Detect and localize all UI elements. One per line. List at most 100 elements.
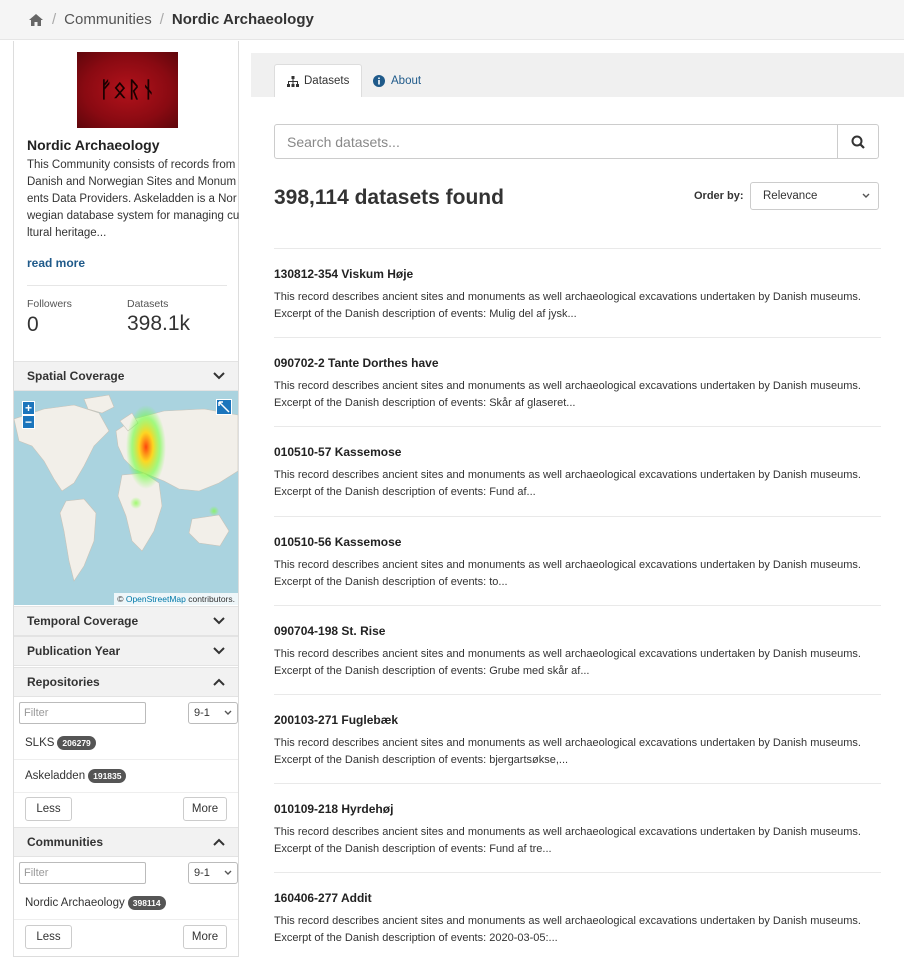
tab-about[interactable]: About: [361, 64, 433, 97]
map-zoom-out-button[interactable]: −: [22, 415, 35, 429]
search-input[interactable]: Search datasets...: [275, 125, 837, 158]
world-map: [14, 394, 238, 582]
repositories-sort-select[interactable]: 9-1: [188, 702, 238, 724]
breadcrumb-separator: /: [159, 11, 164, 28]
followers-label: Followers: [27, 298, 72, 310]
read-more-link[interactable]: read more: [27, 256, 85, 270]
result-description: This record describes ancient sites and …: [274, 737, 861, 766]
communities-less-button[interactable]: Less: [25, 925, 72, 949]
result-item: 010510-57 Kassemose This record describe…: [274, 426, 881, 515]
map-zoom-in-button[interactable]: +: [22, 401, 35, 415]
repository-name: SLKS: [25, 737, 55, 749]
result-title[interactable]: 090704-198 St. Rise: [274, 624, 385, 638]
chevron-down-icon: [213, 647, 225, 655]
datasets-value: 398.1k: [127, 312, 191, 335]
tab-label: About: [391, 74, 422, 87]
community-logo: ᚠᛟᚱᚾ: [77, 52, 178, 128]
tab-label: Datasets: [304, 75, 350, 87]
expand-icon: [218, 401, 230, 413]
community-sidebar: ᚠᛟᚱᚾ Nordic Archaeology This Community c…: [13, 41, 239, 957]
map-attribution: © OpenStreetMap contributors.: [114, 593, 238, 605]
logo-runes: ᚠᛟᚱᚾ: [99, 77, 156, 103]
tabs-strip: Datasets About: [251, 53, 904, 97]
chevron-down-icon: [862, 193, 870, 198]
followers-value: 0: [27, 313, 39, 336]
result-item: 130812-354 Viskum Høje This record descr…: [274, 248, 881, 337]
repositories-more-button[interactable]: More: [183, 797, 227, 821]
tab-datasets[interactable]: Datasets: [274, 64, 363, 97]
map-credit-suffix: contributors.: [185, 594, 235, 604]
result-item: 200103-271 Fuglebæk This record describe…: [274, 694, 881, 783]
communities-sort-select[interactable]: 9-1: [188, 862, 238, 884]
sort-value: 9-1: [194, 707, 210, 719]
result-description: This record describes ancient sites and …: [274, 469, 861, 498]
chevron-up-icon: [213, 678, 225, 686]
count-badge: 206279: [57, 736, 96, 750]
repository-name: Askeladden: [25, 770, 86, 782]
breadcrumb-current: Nordic Archaeology: [171, 11, 314, 28]
order-by-select[interactable]: Relevance: [750, 182, 879, 210]
result-title[interactable]: 010109-218 Hyrdehøj: [274, 802, 393, 816]
chevron-down-icon: [224, 870, 232, 875]
search-icon: [851, 135, 865, 149]
info-icon: [373, 74, 385, 87]
repositories-less-button[interactable]: Less: [25, 797, 72, 821]
sort-value: 9-1: [194, 867, 210, 879]
result-description: This record describes ancient sites and …: [274, 380, 861, 409]
count-badge: 398114: [127, 896, 166, 910]
result-item: 010109-218 Hyrdehøj This record describe…: [274, 783, 881, 872]
result-description: This record describes ancient sites and …: [274, 559, 861, 588]
chevron-down-icon: [213, 617, 225, 625]
result-item: 090702-2 Tante Dorthes have This record …: [274, 337, 881, 426]
facet-repositories[interactable]: Repositories: [14, 667, 238, 697]
result-title[interactable]: 010510-57 Kassemose: [274, 445, 401, 459]
map-draw-rectangle-button[interactable]: [216, 399, 232, 415]
chevron-up-icon: [213, 838, 225, 846]
result-item: 160406-277 Addit This record describes a…: [274, 872, 881, 961]
communities-filter-input[interactable]: Filter: [19, 862, 146, 884]
result-item: 090704-198 St. Rise This record describe…: [274, 605, 881, 694]
community-title: Nordic Archaeology: [27, 137, 160, 153]
facet-communities[interactable]: Communities: [14, 827, 238, 857]
community-description: This Community consists of records from …: [27, 159, 240, 239]
facet-label: Spatial Coverage: [27, 369, 125, 383]
facet-spatial-coverage[interactable]: Spatial Coverage: [14, 361, 238, 391]
sitemap-icon: [287, 75, 299, 87]
openstreetmap-link[interactable]: OpenStreetMap: [126, 594, 186, 604]
breadcrumb: / Communities / Nordic Archaeology: [0, 0, 904, 40]
communities-more-button[interactable]: More: [183, 925, 227, 949]
chevron-down-icon: [213, 372, 225, 380]
count-badge: 191835: [88, 769, 127, 783]
facet-label: Repositories: [27, 675, 100, 689]
facet-label: Communities: [27, 835, 104, 849]
facet-publication-year[interactable]: Publication Year: [14, 636, 238, 666]
search-box: Search datasets...: [274, 124, 879, 159]
facet-temporal-coverage[interactable]: Temporal Coverage: [14, 606, 238, 636]
spatial-coverage-map[interactable]: + − © OpenStreetMap contributors.: [14, 391, 238, 605]
community-name: Nordic Archaeology: [25, 897, 125, 909]
result-title[interactable]: 090702-2 Tante Dorthes have: [274, 356, 439, 370]
community-item-nordic-archaeology[interactable]: Nordic Archaeology 398114: [14, 887, 238, 920]
repositories-filter-input[interactable]: Filter: [19, 702, 146, 724]
breadcrumb-separator: /: [52, 11, 57, 28]
result-description: This record describes ancient sites and …: [274, 291, 861, 320]
facet-label: Temporal Coverage: [27, 614, 139, 628]
result-item: 010510-56 Kassemose This record describe…: [274, 516, 881, 605]
result-description: This record describes ancient sites and …: [274, 915, 861, 944]
result-title[interactable]: 200103-271 Fuglebæk: [274, 713, 398, 727]
search-button[interactable]: [837, 125, 878, 158]
breadcrumb-communities[interactable]: Communities: [64, 11, 152, 28]
result-description: This record describes ancient sites and …: [274, 648, 861, 677]
results-count: 398,114 datasets found: [274, 186, 504, 209]
divider: [27, 285, 227, 286]
result-title[interactable]: 010510-56 Kassemose: [274, 535, 401, 549]
home-icon[interactable]: [28, 13, 44, 27]
datasets-label: Datasets: [127, 298, 169, 310]
repository-item-askeladden[interactable]: Askeladden 191835: [14, 760, 238, 793]
result-title[interactable]: 130812-354 Viskum Høje: [274, 267, 413, 281]
result-description: This record describes ancient sites and …: [274, 826, 861, 855]
chevron-down-icon: [224, 710, 232, 715]
result-title[interactable]: 160406-277 Addit: [274, 891, 372, 905]
repository-item-slks[interactable]: SLKS 206279: [14, 727, 238, 760]
order-by-label: Order by:: [694, 190, 744, 202]
